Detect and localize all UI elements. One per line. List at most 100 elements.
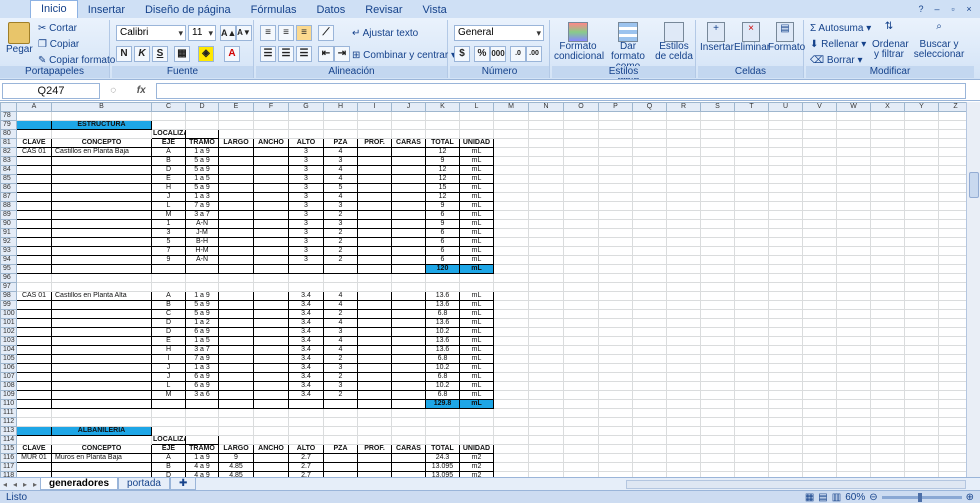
cell-g107[interactable]: 3.4 [288, 372, 324, 382]
cell-l100[interactable]: mL [459, 309, 494, 319]
cell-o91[interactable] [563, 228, 599, 238]
cell-u99[interactable] [768, 300, 803, 310]
cell-t116[interactable] [734, 453, 769, 463]
cell-h95[interactable] [323, 264, 358, 274]
cell-f105[interactable] [253, 354, 289, 364]
cell-n88[interactable] [528, 201, 564, 211]
cell-w79[interactable] [836, 120, 871, 130]
column-header-h[interactable]: H [323, 102, 358, 112]
fill-color-icon[interactable]: ◈ [198, 46, 214, 62]
cell-h100[interactable]: 2 [323, 309, 358, 319]
cell-l89[interactable]: mL [459, 210, 494, 220]
cell-b80[interactable] [51, 129, 152, 139]
cell-s106[interactable] [700, 363, 735, 373]
next-sheet-icon[interactable]: ▸ [20, 480, 30, 489]
cell-r82[interactable] [666, 147, 701, 157]
cell-q99[interactable] [632, 300, 667, 310]
cell-g108[interactable]: 3.4 [288, 381, 324, 391]
currency-icon[interactable]: $ [454, 46, 470, 62]
cell-c109[interactable]: M [151, 390, 186, 400]
cell-d78[interactable] [185, 111, 219, 121]
cell-o100[interactable] [563, 309, 599, 319]
cell-l103[interactable]: mL [459, 336, 494, 346]
cell-e78[interactable] [218, 111, 254, 121]
cell-r91[interactable] [666, 228, 701, 238]
cell-a102[interactable] [16, 327, 52, 337]
cell-q113[interactable] [632, 426, 667, 436]
cell-i82[interactable] [357, 147, 392, 157]
cell-l99[interactable]: mL [459, 300, 494, 310]
cell-b95[interactable] [51, 264, 152, 274]
cell-s84[interactable] [700, 165, 735, 175]
cell-i79[interactable] [357, 120, 392, 130]
cell-m106[interactable] [493, 363, 529, 373]
cell-s114[interactable] [700, 435, 735, 445]
cell-n105[interactable] [528, 354, 564, 364]
cell-g104[interactable]: 3.4 [288, 345, 324, 355]
cell-b85[interactable] [51, 174, 152, 184]
conditional-format-button[interactable]: Formato condicional [554, 22, 604, 62]
cell-i81[interactable]: PROF. [357, 138, 392, 148]
cell-i78[interactable] [357, 111, 392, 121]
cell-u109[interactable] [768, 390, 803, 400]
cell-c103[interactable]: E [151, 336, 186, 346]
cell-h96[interactable] [323, 273, 358, 283]
cell-i96[interactable] [357, 273, 392, 283]
cell-u98[interactable] [768, 291, 803, 301]
cell-z82[interactable] [938, 147, 966, 157]
cell-l106[interactable]: mL [459, 363, 494, 373]
row-header[interactable]: 105 [0, 354, 17, 364]
cell-o112[interactable] [563, 417, 599, 427]
cell-o92[interactable] [563, 237, 599, 247]
cell-c91[interactable]: 3 [151, 228, 186, 238]
cell-d114[interactable] [185, 435, 219, 445]
cell-g111[interactable] [288, 408, 324, 418]
cell-j116[interactable] [391, 453, 426, 463]
cell-t114[interactable] [734, 435, 769, 445]
cell-c107[interactable]: J [151, 372, 186, 382]
cell-b115[interactable]: CONCEPTO [51, 444, 152, 454]
cell-y100[interactable] [904, 309, 939, 319]
cell-m78[interactable] [493, 111, 529, 121]
cell-h117[interactable] [323, 462, 358, 472]
cell-g100[interactable]: 3.4 [288, 309, 324, 319]
cell-q116[interactable] [632, 453, 667, 463]
cell-h85[interactable]: 4 [323, 174, 358, 184]
cell-p113[interactable] [598, 426, 633, 436]
cell-i84[interactable] [357, 165, 392, 175]
cell-l110[interactable]: mL [459, 399, 494, 409]
cell-b79[interactable]: ESTRUCTURA [51, 120, 152, 130]
cell-t100[interactable] [734, 309, 769, 319]
cell-p82[interactable] [598, 147, 633, 157]
cell-i97[interactable] [357, 282, 392, 292]
cell-h114[interactable] [323, 435, 358, 445]
cell-b98[interactable]: Castillos en Planta Alta [51, 291, 152, 301]
cell-v90[interactable] [802, 219, 837, 229]
cell-d92[interactable]: B-H [185, 237, 219, 247]
column-header-a[interactable]: A [16, 102, 52, 112]
cut-button[interactable]: ✂ Cortar [38, 23, 77, 34]
cell-b111[interactable] [51, 408, 152, 418]
cell-l78[interactable] [459, 111, 494, 121]
cell-q117[interactable] [632, 462, 667, 472]
cell-w107[interactable] [836, 372, 871, 382]
cell-n104[interactable] [528, 345, 564, 355]
tab-inicio[interactable]: Inicio [30, 0, 78, 18]
cell-x114[interactable] [870, 435, 905, 445]
cell-d88[interactable]: 7 a 9 [185, 201, 219, 211]
cell-d86[interactable]: 5 a 9 [185, 183, 219, 193]
cell-u116[interactable] [768, 453, 803, 463]
cell-f88[interactable] [253, 201, 289, 211]
cell-r99[interactable] [666, 300, 701, 310]
cell-o85[interactable] [563, 174, 599, 184]
cell-b113[interactable]: ALBAÑILERIA [51, 426, 152, 436]
cell-j101[interactable] [391, 318, 426, 328]
cell-r113[interactable] [666, 426, 701, 436]
cell-w86[interactable] [836, 183, 871, 193]
cell-l111[interactable] [459, 408, 494, 418]
cell-t96[interactable] [734, 273, 769, 283]
cell-u80[interactable] [768, 129, 803, 139]
cell-t101[interactable] [734, 318, 769, 328]
cell-j88[interactable] [391, 201, 426, 211]
cell-x99[interactable] [870, 300, 905, 310]
